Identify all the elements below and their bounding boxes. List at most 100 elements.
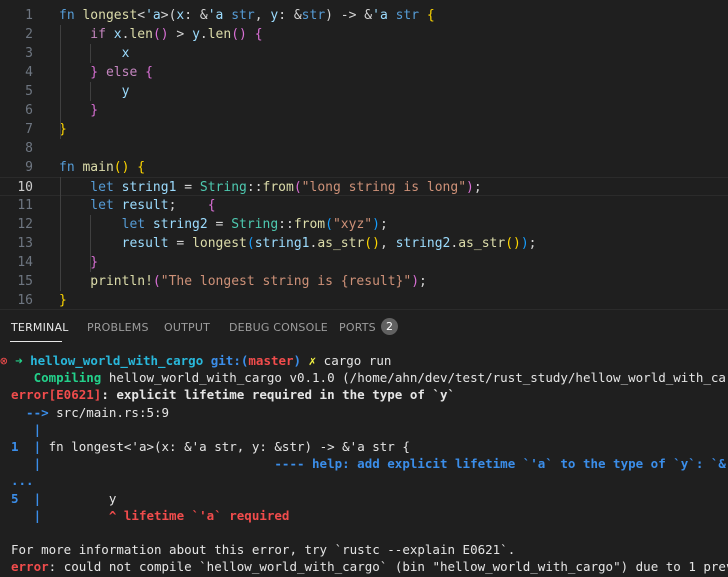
code-token: longest — [192, 236, 247, 251]
terminal-line: --> src/main.rs:5:9 — [11, 404, 169, 421]
code-line[interactable]: 3 x — [0, 44, 728, 63]
code-token: str — [223, 8, 255, 23]
code-token: () — [152, 27, 169, 42]
terminal-segment: cargo run — [323, 353, 392, 368]
terminal-segment: : could not compile `hellow_world_with_c… — [48, 559, 728, 575]
code-line[interactable]: 2 if x.len() > y.len() { — [0, 25, 728, 44]
code-line[interactable]: 8 — [0, 139, 728, 158]
code-token: = — [168, 236, 193, 251]
line-number: 8 — [25, 141, 33, 156]
code-line[interactable]: 15 println!("The longest string is {resu… — [0, 272, 728, 291]
tab-output[interactable]: OUTPUT — [164, 321, 210, 334]
tab-problems[interactable]: PROBLEMS — [87, 321, 149, 334]
code-line[interactable]: 1 fn longest<'a>(x: &'a str, y: &str) -> … — [0, 6, 728, 25]
terminal-output[interactable]: ⊗ ➜ hellow_world_with_cargo git:(master)… — [0, 344, 728, 577]
code-token: main — [82, 160, 114, 175]
code-editor[interactable]: 1 fn longest<'a>(x: &'a str, y: &str) -> … — [0, 0, 728, 309]
code-token: if — [59, 27, 114, 42]
terminal-segment: error[E0621] — [11, 387, 102, 403]
indent-guide — [60, 25, 61, 139]
code-token: let — [59, 198, 122, 213]
code-token: result — [59, 236, 169, 251]
code-text: println!("The longest string is {result}… — [59, 272, 427, 291]
code-line[interactable]: 13 result = longest(string1.as_str(), st… — [0, 234, 728, 253]
terminal-line: Compiling hellow_world_with_cargo v0.1.0… — [11, 369, 728, 386]
code-token: ) -> & — [325, 8, 373, 23]
code-token: { — [246, 27, 263, 42]
line-number: 15 — [17, 274, 33, 289]
code-token: str — [387, 8, 420, 23]
code-token: { — [207, 198, 216, 213]
code-text: result = longest(string1.as_str(), strin… — [59, 234, 537, 253]
code-token: ( — [293, 180, 302, 195]
code-line[interactable]: 12 let string2 = String::from("xyz"); — [0, 215, 728, 234]
tab-terminal[interactable]: TERMINAL — [11, 321, 69, 334]
panel-tab-bar: TERMINAL PROBLEMS OUTPUT DEBUG CONSOLE P… — [0, 310, 728, 344]
code-token: ; — [168, 198, 208, 213]
code-token: () — [364, 236, 380, 251]
code-token: String — [231, 217, 279, 232]
code-line[interactable]: 11 let result; { — [0, 196, 728, 215]
terminal-segment: y — [108, 490, 117, 506]
code-token: println! — [59, 274, 153, 289]
code-token: ; — [528, 236, 537, 251]
code-token: y — [270, 8, 279, 23]
code-text: } — [59, 291, 67, 309]
line-number: 10 — [17, 180, 33, 195]
code-token: ; — [419, 274, 427, 289]
line-number: 9 — [25, 160, 33, 175]
line-number: 4 — [25, 65, 33, 80]
code-token: y — [59, 84, 130, 99]
code-line[interactable]: 10 let string1 = String::from("long stri… — [0, 177, 728, 196]
code-text: fn longest<'a>(x: &'a str, y: &str) -> &… — [59, 6, 435, 25]
code-token: = — [207, 217, 232, 232]
code-token: { — [129, 160, 146, 175]
code-token: y — [192, 27, 200, 42]
code-line[interactable]: 7} — [0, 120, 728, 139]
code-token: () — [231, 27, 247, 42]
code-text: let string2 = String::from("xyz"); — [59, 215, 388, 234]
code-line[interactable]: 4 } else { — [0, 63, 728, 82]
code-token: 'a — [145, 8, 161, 23]
code-line[interactable]: 6 } — [0, 101, 728, 120]
line-number: 13 — [17, 236, 33, 251]
code-token: ( — [152, 274, 161, 289]
code-text: x — [59, 44, 130, 63]
terminal-segment: --> — [11, 404, 57, 420]
code-token: "The longest string is {result}" — [160, 274, 412, 289]
code-text: } else { — [59, 63, 153, 82]
code-token: () — [505, 236, 521, 251]
terminal-segment: master — [248, 353, 294, 368]
code-token: len — [129, 27, 153, 42]
code-token: from — [262, 180, 294, 195]
tab-ports[interactable]: PORTS — [339, 321, 376, 334]
terminal-segment: ^ lifetime `'a` required — [108, 507, 290, 523]
code-token: ) — [411, 274, 420, 289]
terminal-segment: fn longest<'a>(x: &'a str, y: &str) -> &… — [48, 439, 410, 454]
terminal-segment: 1 | — [11, 439, 49, 454]
code-line[interactable]: 9 fn main() { — [0, 158, 728, 177]
code-token: string1 — [121, 180, 177, 195]
terminal-segment: 5 | — [11, 490, 109, 506]
terminal-segment: src/main.rs:5:9 — [56, 404, 170, 420]
code-token: longest — [82, 8, 138, 23]
line-number: 1 — [25, 8, 33, 23]
code-token: fn — [59, 8, 83, 23]
line-number: 11 — [17, 198, 33, 213]
line-number: 12 — [17, 217, 33, 232]
terminal-segment: hellow_world_with_cargo v0.1.0 (/home/ah… — [108, 370, 728, 386]
code-line[interactable]: 16} — [0, 291, 728, 309]
code-token: as_str — [317, 236, 365, 251]
line-number: 7 — [25, 122, 33, 137]
terminal-segment: : explicit lifetime required in the type… — [101, 387, 456, 403]
code-token: ) — [372, 217, 380, 232]
code-token: 'a — [372, 8, 388, 23]
indent-guide — [90, 44, 91, 63]
code-token: . — [199, 27, 208, 42]
tab-debug-console[interactable]: DEBUG CONSOLE — [229, 321, 328, 334]
terminal-segment: Compiling — [11, 370, 109, 386]
code-line[interactable]: 5 y — [0, 82, 728, 101]
terminal-line: | ^ lifetime `'a` required — [11, 507, 290, 524]
line-number: 5 — [25, 84, 33, 99]
code-line[interactable]: 14 } — [0, 253, 728, 272]
